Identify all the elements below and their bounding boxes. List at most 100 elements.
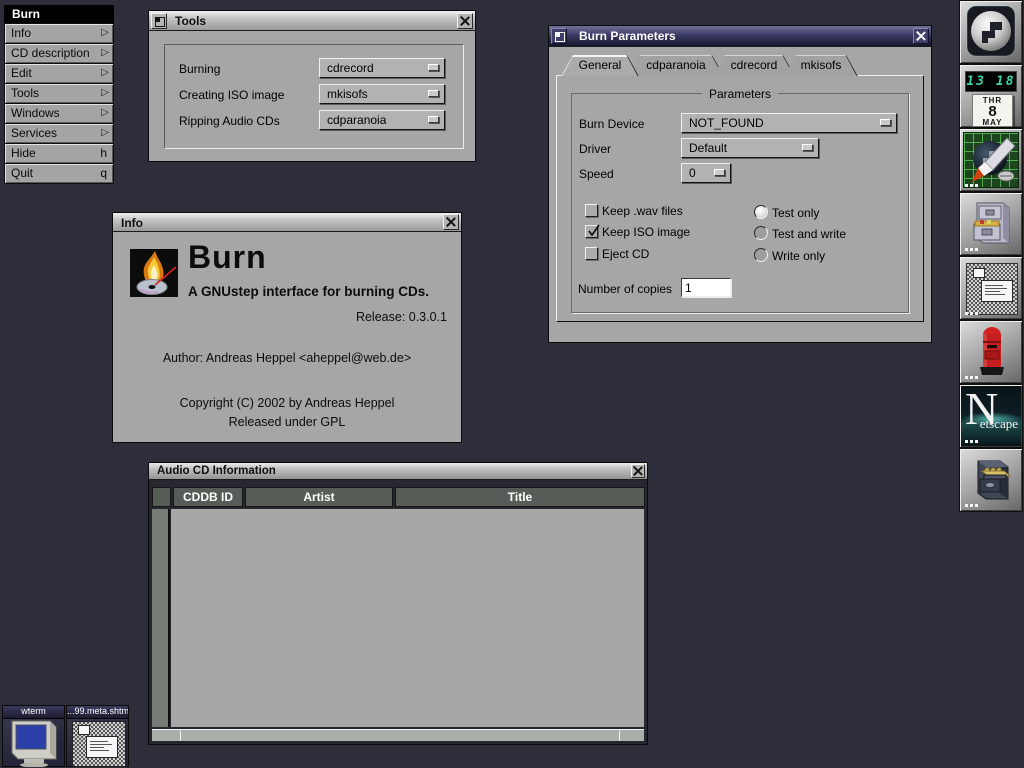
radio-test-only[interactable]	[754, 205, 768, 219]
burn-device-popup[interactable]: NOT_FOUND	[681, 113, 897, 133]
window-title: Info	[121, 216, 143, 230]
field-label: Speed	[579, 167, 614, 181]
running-indicator-dots	[965, 504, 968, 507]
dock-tile-postbox[interactable]	[959, 320, 1023, 384]
submenu-arrow-icon: ▷	[101, 64, 109, 82]
mail-app-icon	[966, 263, 1018, 315]
menu-item-edit[interactable]: Edit▷	[4, 63, 114, 84]
submenu-arrow-icon: ▷	[101, 24, 109, 42]
ripping-popup[interactable]: cdparanoia	[319, 110, 445, 130]
popup-icon	[428, 90, 439, 97]
tab-cdparanoia[interactable]: cdparanoia	[628, 55, 724, 76]
close-icon	[460, 16, 470, 26]
dock-tile-gnustep[interactable]	[959, 0, 1023, 64]
copies-input[interactable]	[681, 278, 731, 297]
close-button[interactable]	[913, 28, 929, 44]
dock-tile-mail[interactable]	[959, 256, 1023, 320]
row-header-strip	[152, 509, 170, 727]
popup-icon	[428, 64, 439, 71]
burn-app-icon	[130, 249, 178, 297]
iso-popup[interactable]: mkisofs	[319, 84, 445, 104]
wprefs-brush-icon	[963, 132, 1019, 188]
license-text: Released under GPL	[113, 415, 461, 429]
submenu-arrow-icon: ▷	[101, 104, 109, 122]
miniaturize-button[interactable]	[551, 28, 567, 44]
app-name: Burn	[188, 239, 267, 276]
speed-popup[interactable]: 0	[681, 163, 731, 183]
popup-icon	[714, 169, 725, 176]
checkbox-keep-iso[interactable]	[585, 225, 598, 238]
column-header-artist: Artist	[245, 487, 393, 507]
field-label: Driver	[579, 142, 611, 156]
menu-title[interactable]: Burn	[4, 5, 114, 24]
running-indicator-dots	[965, 248, 968, 251]
close-button[interactable]	[443, 214, 459, 230]
dock-tile-file-cabinet[interactable]	[959, 192, 1023, 256]
dock-tile-netscape[interactable]: N etscape	[959, 384, 1023, 448]
app-subtitle: A GNUstep interface for burning CDs.	[188, 284, 429, 299]
submenu-arrow-icon: ▷	[101, 44, 109, 62]
menu-item-quit[interactable]: Quitq	[4, 163, 114, 184]
digital-clock: 13 18	[965, 71, 1017, 92]
horizontal-scrollbar[interactable]	[152, 729, 644, 741]
radio-test-and-write[interactable]	[754, 226, 768, 240]
driver-popup[interactable]: Default	[681, 138, 819, 158]
checkbox-eject-cd[interactable]	[585, 247, 598, 260]
column-header-title: Title	[395, 487, 645, 507]
copyright-text: Copyright (C) 2002 by Andreas Heppel	[113, 396, 461, 410]
audio-titlebar[interactable]: Audio CD Information	[149, 463, 647, 480]
dark-cabinet-icon	[960, 449, 1022, 511]
file-cabinet-icon	[960, 193, 1022, 255]
field-label: Burning	[179, 62, 220, 76]
gnustep-logo-icon	[960, 1, 1022, 63]
menu-item-tools[interactable]: Tools▷	[4, 83, 114, 104]
menu-item-cd-description[interactable]: CD description▷	[4, 43, 114, 64]
menu-item-services[interactable]: Services▷	[4, 123, 114, 144]
tools-titlebar[interactable]: Tools	[149, 11, 475, 31]
radio-write-only[interactable]	[754, 248, 768, 262]
menu-item-windows[interactable]: Windows▷	[4, 103, 114, 124]
check-icon	[586, 223, 602, 239]
running-indicator-dots	[965, 440, 968, 443]
miniaturize-button[interactable]	[151, 13, 167, 29]
tab-mkisofs[interactable]: mkisofs	[784, 55, 858, 76]
burn-params-titlebar[interactable]: Burn Parameters	[549, 26, 931, 47]
burning-popup[interactable]: cdrecord	[319, 58, 445, 78]
miniwindow-shtml[interactable]: ...99.meta.shtml	[66, 705, 129, 767]
info-titlebar[interactable]: Info	[113, 213, 461, 232]
submenu-arrow-icon: ▷	[101, 124, 109, 142]
netscape-icon: N etscape	[961, 386, 1021, 446]
miniwindow-wterm[interactable]: wterm	[2, 705, 65, 767]
table-corner-cell	[152, 487, 171, 507]
calendar-icon: THR 8 MAY	[972, 94, 1013, 127]
window-audio-cd-info: Audio CD Information CDDB ID Artist Titl…	[148, 462, 648, 745]
window-burn-parameters: Burn Parameters General cdparanoia cdrec…	[548, 25, 932, 343]
checkbox-keep-wav[interactable]	[585, 204, 598, 217]
field-label: Ripping Audio CDs	[179, 114, 280, 128]
dock-tile-file-manager[interactable]	[959, 448, 1023, 512]
column-header-cddb-id: CDDB ID	[173, 487, 243, 507]
window-tools: Tools Burning cdrecord Creating ISO imag…	[148, 10, 476, 162]
table-header-row: CDDB ID Artist Title	[152, 487, 645, 507]
copies-label: Number of copies	[578, 282, 672, 296]
postbox-icon	[960, 321, 1022, 383]
menu-item-hide[interactable]: Hideh	[4, 143, 114, 164]
tab-cdrecord[interactable]: cdrecord	[713, 55, 795, 76]
running-indicator-dots	[965, 184, 968, 187]
menu-item-info[interactable]: Info▷	[4, 23, 114, 44]
miniwindow-title: ...99.meta.shtml	[67, 706, 128, 719]
author-text: Author: Andreas Heppel <aheppel@web.de>	[113, 351, 461, 365]
close-button[interactable]	[631, 464, 645, 478]
table-body[interactable]	[171, 509, 644, 727]
shortcut-key: q	[100, 164, 107, 182]
submenu-arrow-icon: ▷	[101, 84, 109, 102]
close-button[interactable]	[457, 13, 473, 29]
tab-general[interactable]: General	[561, 55, 639, 76]
field-label: Burn Device	[579, 117, 644, 131]
close-icon	[446, 217, 456, 227]
dock-tile-wprefs[interactable]	[959, 128, 1023, 192]
release-text: Release: 0.3.0.1	[356, 310, 447, 324]
window-title: Tools	[175, 14, 206, 28]
popup-icon	[428, 116, 439, 123]
dock-tile-clock[interactable]: 13 18 THR 8 MAY	[959, 64, 1023, 128]
